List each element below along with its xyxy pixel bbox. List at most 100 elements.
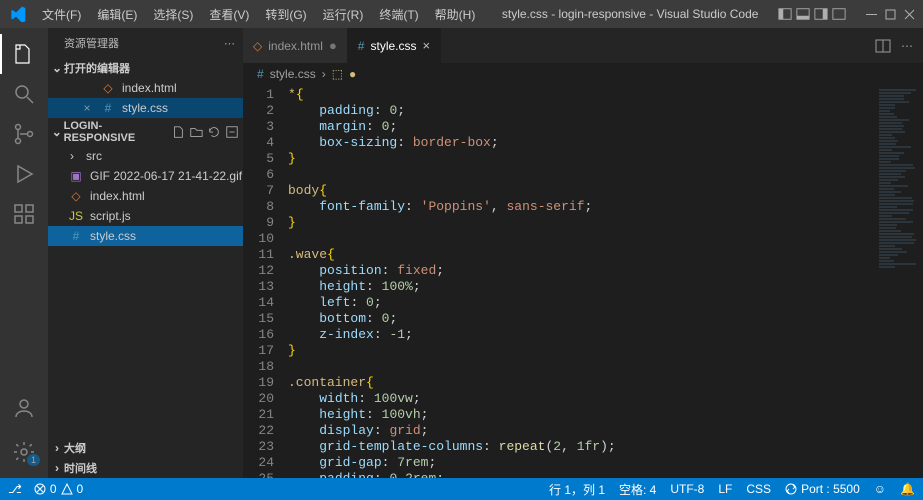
js-icon: JS xyxy=(68,209,84,223)
timeline-label: 时间线 xyxy=(64,460,97,476)
vscode-logo-icon xyxy=(0,6,35,22)
file-name: style.css xyxy=(90,229,136,243)
file-item[interactable]: # style.css xyxy=(48,226,243,246)
maximize-icon xyxy=(885,9,896,20)
layout-controls[interactable] xyxy=(778,7,866,21)
close-icon[interactable]: × xyxy=(80,101,94,115)
search-tab[interactable] xyxy=(0,74,48,114)
menu-item[interactable]: 帮助(H) xyxy=(428,2,483,27)
refresh-icon[interactable] xyxy=(207,125,221,139)
file-name: style.css xyxy=(122,101,168,115)
activitybar: 1 xyxy=(0,28,48,478)
outline-section[interactable]: › 大纲 xyxy=(48,438,243,458)
open-editors-label: 打开的编辑器 xyxy=(64,60,130,76)
tabbar: ◇ index.html ● # style.css × ⋯ xyxy=(243,28,923,63)
notifications-icon[interactable]: 🔔 xyxy=(900,482,915,496)
close-icon[interactable]: × xyxy=(423,38,431,53)
html-file-icon: ◇ xyxy=(100,81,116,95)
run-debug-tab[interactable] xyxy=(0,154,48,194)
html-file-icon: ◇ xyxy=(253,39,262,53)
split-editor-icon[interactable] xyxy=(875,38,891,54)
menu-item[interactable]: 文件(F) xyxy=(35,2,88,27)
menu-item[interactable]: 选择(S) xyxy=(146,2,200,27)
more-icon[interactable]: ⋯ xyxy=(901,39,913,53)
settings-badge: 1 xyxy=(27,454,40,466)
file-name: index.html xyxy=(122,81,177,95)
editor-tab[interactable]: ◇ index.html ● xyxy=(243,28,348,63)
cursor-position[interactable]: 行 1，列 1 xyxy=(549,481,605,498)
css-file-icon: # xyxy=(257,67,264,81)
eol[interactable]: LF xyxy=(718,482,732,496)
gif-icon: ▣ xyxy=(68,169,84,183)
tab-label: style.css xyxy=(370,39,416,53)
chevron-right-icon: › xyxy=(50,441,64,455)
new-folder-icon[interactable] xyxy=(189,125,203,139)
problems[interactable]: 0 0 xyxy=(34,482,83,496)
extensions-tab[interactable] xyxy=(0,194,48,234)
source-control-tab[interactable] xyxy=(0,114,48,154)
window-title: style.css - login-responsive - Visual St… xyxy=(482,7,778,21)
open-editor-item[interactable]: × # style.css xyxy=(48,98,243,118)
menubar: 文件(F)编辑(E)选择(S)查看(V)转到(G)运行(R)终端(T)帮助(H) xyxy=(35,2,482,27)
chevron-down-icon: ⌄ xyxy=(50,125,64,139)
remote-icon[interactable]: ⎇ xyxy=(8,482,22,496)
file-name: GIF 2022-06-17 21-41-22.gif xyxy=(90,169,242,183)
html-icon: ◇ xyxy=(68,189,84,203)
menu-item[interactable]: 编辑(E) xyxy=(90,2,144,27)
encoding[interactable]: UTF-8 xyxy=(670,482,704,496)
project-section[interactable]: ⌄ LOGIN-RESPONSIVE xyxy=(48,118,243,146)
project-name: LOGIN-RESPONSIVE xyxy=(64,120,171,144)
css-icon: # xyxy=(68,229,84,243)
feedback-icon[interactable]: ☺ xyxy=(874,482,886,496)
file-item[interactable]: ▣ GIF 2022-06-17 21-41-22.gif xyxy=(48,166,243,186)
menu-item[interactable]: 查看(V) xyxy=(202,2,256,27)
accounts-tab[interactable] xyxy=(0,388,48,428)
menu-item[interactable]: 转到(G) xyxy=(258,2,313,27)
code-content[interactable]: *{ padding: 0; margin: 0; box-sizing: bo… xyxy=(288,85,868,478)
outline-label: 大纲 xyxy=(64,440,86,456)
new-file-icon[interactable] xyxy=(171,125,185,139)
statusbar: ⎇ 0 0 行 1，列 1 空格: 4 UTF-8 LF CSS Port : … xyxy=(0,478,923,500)
menu-item[interactable]: 运行(R) xyxy=(316,2,371,27)
chevron-down-icon: ⌄ xyxy=(50,61,64,75)
sidebar-header: 资源管理器 ⋯ xyxy=(48,28,243,58)
tab-label: index.html xyxy=(268,39,323,53)
css-file-icon: # xyxy=(358,39,365,53)
file-name: index.html xyxy=(90,189,145,203)
sidebar: 资源管理器 ⋯ ⌄ 打开的编辑器 ◇index.html×#style.css … xyxy=(48,28,243,478)
file-name: script.js xyxy=(90,209,131,223)
collapse-icon[interactable] xyxy=(225,125,239,139)
modified-dot-icon: ● xyxy=(329,38,337,53)
live-server-port[interactable]: Port : 5500 xyxy=(785,482,860,496)
folder-item[interactable]: › src xyxy=(48,146,243,166)
editor-tab[interactable]: # style.css × xyxy=(348,28,441,63)
line-gutter[interactable]: 1234567891011121314151617181920212223242… xyxy=(243,85,288,478)
menu-item[interactable]: 终端(T) xyxy=(372,2,425,27)
breadcrumb-modified: ● xyxy=(349,67,356,81)
breadcrumb[interactable]: # style.css › ⬚ ● xyxy=(243,63,923,85)
folder-icon: › xyxy=(64,149,80,163)
tab-actions: ⋯ xyxy=(865,28,923,63)
timeline-section[interactable]: › 时间线 xyxy=(48,458,243,478)
file-item[interactable]: JS script.js xyxy=(48,206,243,226)
window-controls[interactable] xyxy=(866,9,923,20)
close-icon xyxy=(904,9,915,20)
sidebar-title: 资源管理器 xyxy=(64,35,224,51)
chevron-right-icon: › xyxy=(50,461,64,475)
open-editor-item[interactable]: ◇ index.html xyxy=(48,78,243,98)
chevron-right-icon: › xyxy=(322,67,326,81)
indentation[interactable]: 空格: 4 xyxy=(619,481,656,498)
css-file-icon: # xyxy=(100,101,116,115)
open-editors-section[interactable]: ⌄ 打开的编辑器 xyxy=(48,58,243,78)
file-item[interactable]: ◇ index.html xyxy=(48,186,243,206)
language-mode[interactable]: CSS xyxy=(746,482,771,496)
settings-tab[interactable]: 1 xyxy=(0,432,48,472)
explorer-tab[interactable] xyxy=(0,34,48,74)
sidebar-more-icon[interactable]: ⋯ xyxy=(224,37,235,50)
titlebar: 文件(F)编辑(E)选择(S)查看(V)转到(G)运行(R)终端(T)帮助(H)… xyxy=(0,0,923,28)
minimize-icon xyxy=(866,9,877,20)
file-name: src xyxy=(86,149,102,163)
breadcrumb-selector-icon: ⬚ xyxy=(332,67,343,81)
minimap[interactable] xyxy=(868,85,923,478)
breadcrumb-file: style.css xyxy=(270,67,316,81)
